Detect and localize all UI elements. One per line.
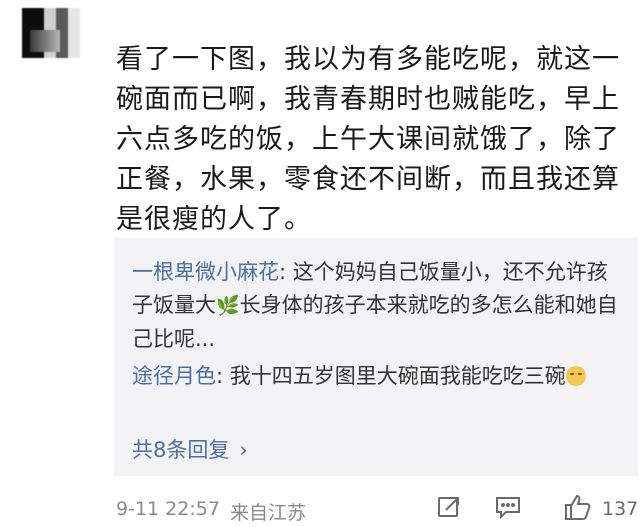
forward-icon[interactable] (436, 494, 462, 525)
reply-author[interactable]: 一根卑微小麻花 (132, 260, 279, 284)
smile-face-icon (565, 366, 586, 386)
reply-item: 途径月色: 我十四五岁图里大碗面我能吃吃三碗 (132, 360, 622, 393)
comment-body: 看了一下图，我以为有多能吃呢，就这一碗面而已啊，我青春期时也贼能吃，早上六点多吃… (116, 44, 620, 235)
reply-item: 一根卑微小麻花: 这个妈妈自己饭量小，还不允许孩子饭量大🌿长身体的孩子本来就吃的… (132, 256, 622, 356)
location: 来自江苏 (230, 502, 307, 524)
reply-text: : 我十四五岁图里大碗面我能吃吃三碗 (216, 364, 566, 388)
reply-panel: 一根卑微小麻花: 这个妈妈自己饭量小，还不允许孩子饭量大🌿长身体的孩子本来就吃的… (114, 238, 638, 476)
more-replies-link[interactable]: 共8条回复 › (132, 434, 248, 464)
avatar[interactable] (22, 8, 80, 58)
like-icon[interactable] (562, 492, 592, 527)
leaf-icon: 🌿 (216, 295, 240, 317)
comment-icon[interactable] (494, 494, 522, 525)
reply-author[interactable]: 途径月色 (132, 364, 216, 388)
chevron-right-icon: › (239, 438, 248, 462)
timestamp: 9-11 22:57 (116, 498, 220, 520)
more-replies-label: 共8条回复 (132, 438, 230, 462)
like-count: 137 (602, 498, 639, 520)
comment-footer: 9-11 22:57 来自江苏 137 (116, 494, 639, 526)
